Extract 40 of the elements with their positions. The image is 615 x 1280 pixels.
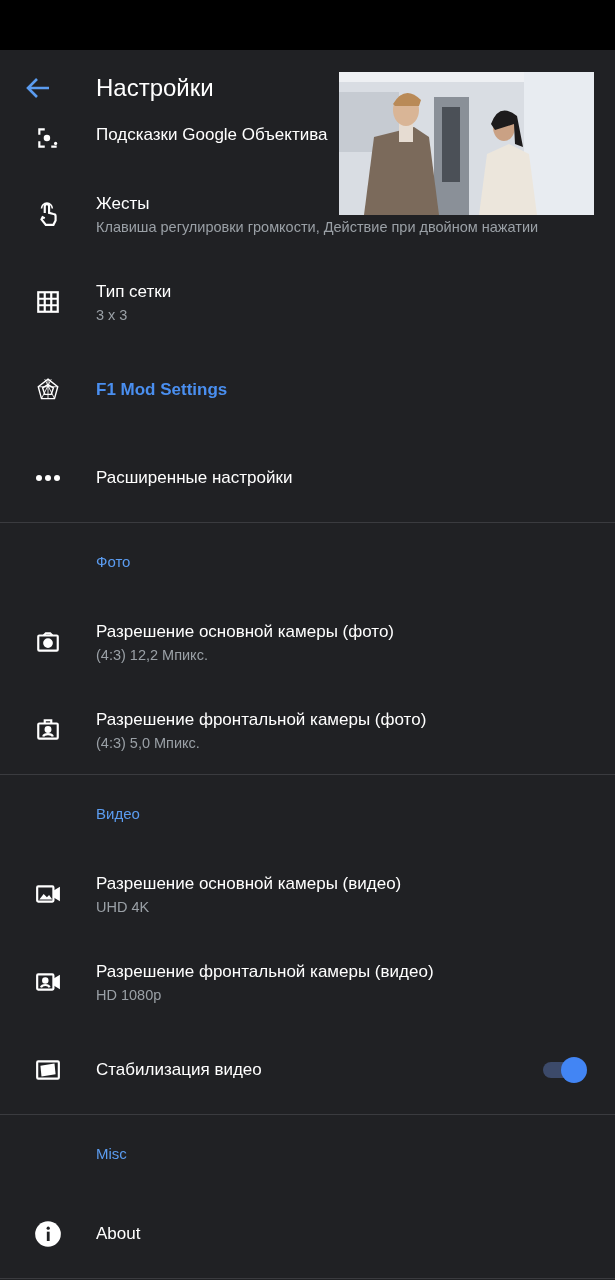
settings-item[interactable]: Тип сетки 3 x 3 <box>0 258 615 346</box>
screen-title: Настройки <box>96 73 214 102</box>
info-icon <box>34 1220 62 1248</box>
item-title: Подсказки Google Объектива <box>96 125 329 145</box>
more-icon <box>35 474 61 482</box>
settings-item[interactable]: Стабилизация видео <box>0 1026 615 1114</box>
section-header: Misc <box>96 1145 128 1162</box>
item-subtitle: (4:3) 12,2 Мпикс. <box>96 646 209 663</box>
back-arrow-icon <box>26 76 50 99</box>
item-subtitle: (4:3) 5,0 Мпикс. <box>96 734 201 751</box>
settings-item[interactable]: Разрешение основной камеры (фото) (4:3) 12,2 Мпикс. <box>0 598 615 686</box>
item-subtitle: HD 1080p <box>96 986 163 1003</box>
section-header: Фото <box>96 553 132 570</box>
item-title: Разрешение фронтальной камеры (фото) <box>96 709 428 730</box>
settings-item[interactable]: Разрешение фронтальной камеры (видео) HD 1080p <box>0 938 615 1026</box>
item-title: F1 Mod Settings <box>96 380 229 400</box>
portrait-icon <box>35 717 61 743</box>
item-title: Разрешение основной камеры (видео) <box>96 873 403 894</box>
item-title: Разрешение основной камеры (фото) <box>96 621 396 642</box>
camera-icon <box>35 629 61 655</box>
settings-item[interactable]: Расширенные настройки <box>0 434 615 522</box>
item-title: About <box>96 1224 142 1244</box>
item-title: Разрешение фронтальной камеры (видео) <box>96 961 435 982</box>
item-title: Расширенные настройки <box>96 468 294 488</box>
toggle-switch[interactable] <box>543 1057 587 1083</box>
item-subtitle: Клавиша регулировки громкости, Действие при двойном нажатии <box>96 218 540 235</box>
settings-item[interactable]: Подсказки Google Объектива <box>0 125 615 170</box>
item-title: Тип сетки <box>96 281 173 302</box>
grid-icon <box>35 289 61 315</box>
settings-item[interactable]: Разрешение фронтальной камеры (фото) (4:3) 5,0 Мпикс. <box>0 686 615 774</box>
settings-item[interactable]: About <box>0 1190 615 1278</box>
item-subtitle: 3 x 3 <box>96 306 129 323</box>
settings-item[interactable]: F1 Mod Settings <box>0 346 615 434</box>
settings-item[interactable]: Разрешение основной камеры (видео) UHD 4K <box>0 850 615 938</box>
item-subtitle: UHD 4K <box>96 898 151 915</box>
item-title: Стабилизация видео <box>96 1060 263 1080</box>
section-header: Видео <box>96 805 141 822</box>
settings-item[interactable]: Жесты Клавиша регулировки громкости, Действие при двойном нажатии <box>0 170 615 258</box>
item-title: Жесты <box>96 193 151 214</box>
stabilization-icon <box>35 1057 61 1083</box>
